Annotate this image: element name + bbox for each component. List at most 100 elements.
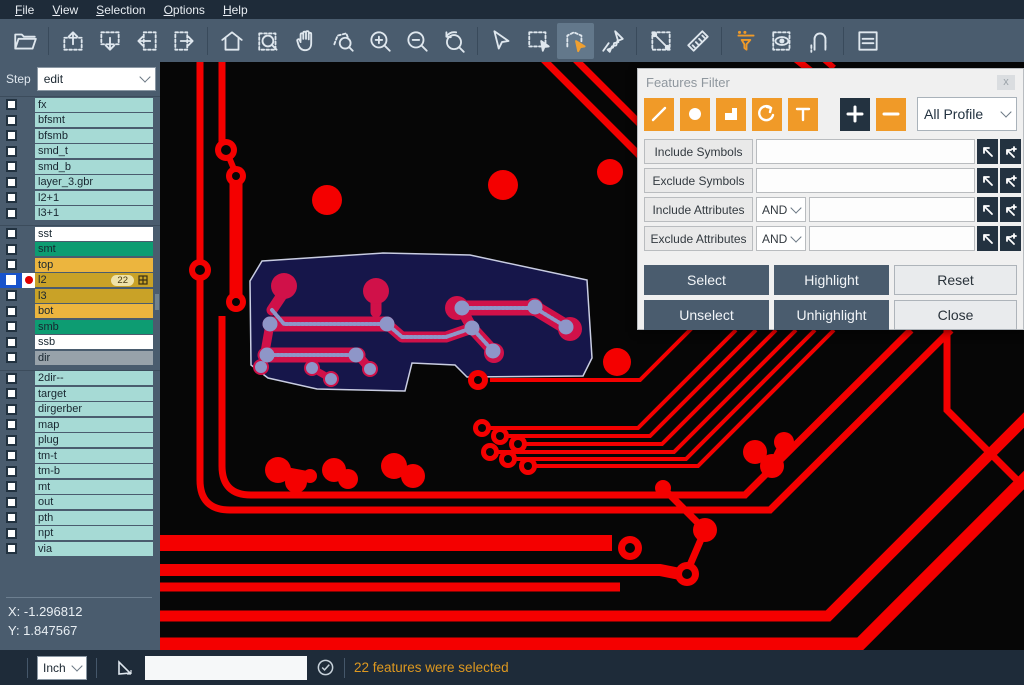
exclude-symbols-input[interactable] [756, 168, 975, 193]
layer-indicator-cell[interactable] [22, 402, 35, 418]
layer-visibility-checkbox[interactable] [0, 386, 22, 402]
layer-row-layer_3.gbr[interactable]: layer_3.gbr [0, 175, 160, 191]
view-profile-icon[interactable] [764, 23, 801, 59]
home-icon[interactable] [213, 23, 250, 59]
layer-indicator-cell[interactable] [22, 510, 35, 526]
pick-add-attribute-icon[interactable] [1000, 226, 1021, 251]
layer-visibility-checkbox[interactable] [0, 402, 22, 418]
pan-right-icon[interactable] [165, 23, 202, 59]
unhighlight-button[interactable]: Unhighlight [774, 300, 889, 330]
active-layer-indicator[interactable] [22, 273, 35, 289]
layer-indicator-cell[interactable] [22, 335, 35, 351]
layer-visibility-checkbox[interactable] [0, 159, 22, 175]
layer-indicator-cell[interactable] [22, 479, 35, 495]
sidebar-scroll-grip[interactable] [155, 294, 159, 310]
layer-row-smd_t[interactable]: smd_t [0, 144, 160, 160]
pan-left-icon[interactable] [128, 23, 165, 59]
layer-indicator-cell[interactable] [22, 128, 35, 144]
profile-dropdown[interactable]: All Profile [917, 97, 1017, 131]
layer-row-target[interactable]: target [0, 386, 160, 402]
pan-hand-icon[interactable] [287, 23, 324, 59]
layer-indicator-cell[interactable] [22, 288, 35, 304]
text-shape-icon[interactable] [788, 98, 818, 131]
arc-shape-icon[interactable] [752, 98, 782, 131]
pan-down-icon[interactable] [91, 23, 128, 59]
exclude-attributes-button[interactable]: Exclude Attributes [644, 226, 753, 251]
layer-visibility-checkbox[interactable] [0, 113, 22, 129]
include-attributes-button[interactable]: Include Attributes [644, 197, 753, 222]
layer-visibility-checkbox[interactable] [0, 226, 22, 242]
layer-row-l2+1[interactable]: l2+1 [0, 190, 160, 206]
layer-indicator-cell[interactable] [22, 448, 35, 464]
exclude-attributes-input[interactable] [809, 226, 975, 251]
layer-visibility-checkbox[interactable] [0, 206, 22, 222]
open-folder-icon[interactable] [6, 23, 43, 59]
layer-visibility-checkbox[interactable] [0, 273, 22, 289]
layers-list-icon[interactable] [849, 23, 886, 59]
layer-row-fx[interactable]: fx [0, 97, 160, 113]
layer-row-l3+1[interactable]: l3+1 [0, 206, 160, 222]
layer-indicator-cell[interactable] [22, 190, 35, 206]
surface-shape-icon[interactable] [716, 98, 746, 131]
layer-indicator-cell[interactable] [22, 495, 35, 511]
layer-row-bot[interactable]: bot [0, 304, 160, 320]
layer-row-2dir--[interactable]: 2dir-- [0, 371, 160, 387]
add-mode-button[interactable] [840, 98, 870, 131]
units-dropdown[interactable]: Inch [37, 656, 87, 680]
layer-visibility-checkbox[interactable] [0, 479, 22, 495]
reset-button[interactable]: Reset [894, 265, 1017, 295]
layer-row-tm-b[interactable]: tm-b [0, 464, 160, 480]
pan-up-icon[interactable] [54, 23, 91, 59]
layer-row-ssb[interactable]: ssb [0, 335, 160, 351]
zoom-in-icon[interactable] [361, 23, 398, 59]
layer-row-dirgerber[interactable]: dirgerber [0, 402, 160, 418]
layer-grid-icon[interactable] [138, 275, 148, 285]
zoom-previous-icon[interactable] [435, 23, 472, 59]
include-symbols-input[interactable] [756, 139, 975, 164]
close-button[interactable]: Close [894, 300, 1017, 330]
layer-visibility-checkbox[interactable] [0, 335, 22, 351]
ruler-icon[interactable] [679, 23, 716, 59]
layer-row-out[interactable]: out [0, 495, 160, 511]
include-attributes-operator[interactable]: AND [756, 197, 806, 222]
layer-visibility-checkbox[interactable] [0, 495, 22, 511]
layer-indicator-cell[interactable] [22, 319, 35, 335]
layer-indicator-cell[interactable] [22, 97, 35, 113]
select-button[interactable]: Select [644, 265, 769, 295]
layer-row-l2[interactable]: l222 [0, 273, 160, 289]
confirm-circle-icon[interactable] [316, 658, 335, 677]
pcb-canvas-area[interactable]: Features Filter x All Profile [160, 62, 1024, 650]
layer-indicator-cell[interactable] [22, 304, 35, 320]
layer-row-plug[interactable]: plug [0, 433, 160, 449]
layer-indicator-cell[interactable] [22, 257, 35, 273]
layer-indicator-cell[interactable] [22, 242, 35, 258]
layer-visibility-checkbox[interactable] [0, 190, 22, 206]
filter-icon[interactable] [727, 23, 764, 59]
close-icon[interactable]: x [997, 75, 1015, 90]
layer-indicator-cell[interactable] [22, 464, 35, 480]
layer-row-bfsmb[interactable]: bfsmb [0, 128, 160, 144]
layer-indicator-cell[interactable] [22, 433, 35, 449]
layer-visibility-checkbox[interactable] [0, 541, 22, 557]
layer-indicator-cell[interactable] [22, 541, 35, 557]
layer-visibility-checkbox[interactable] [0, 464, 22, 480]
include-symbols-button[interactable]: Include Symbols [644, 139, 753, 164]
layer-row-via[interactable]: via [0, 541, 160, 557]
layer-row-pth[interactable]: pth [0, 510, 160, 526]
zoom-area-icon[interactable] [250, 23, 287, 59]
pick-symbol-icon[interactable] [977, 139, 998, 164]
layer-visibility-checkbox[interactable] [0, 242, 22, 258]
pick-symbol-icon[interactable] [977, 168, 998, 193]
layer-indicator-cell[interactable] [22, 144, 35, 160]
layer-visibility-checkbox[interactable] [0, 144, 22, 160]
layer-indicator-cell[interactable] [22, 350, 35, 366]
layer-indicator-cell[interactable] [22, 113, 35, 129]
highlight-button[interactable]: Highlight [774, 265, 889, 295]
layer-row-smt[interactable]: smt [0, 242, 160, 258]
layer-visibility-checkbox[interactable] [0, 510, 22, 526]
pick-add-symbol-icon[interactable] [1000, 168, 1021, 193]
layer-visibility-checkbox[interactable] [0, 371, 22, 387]
step-dropdown[interactable]: edit [37, 67, 156, 91]
command-input[interactable] [145, 656, 307, 680]
layer-row-top[interactable]: top [0, 257, 160, 273]
